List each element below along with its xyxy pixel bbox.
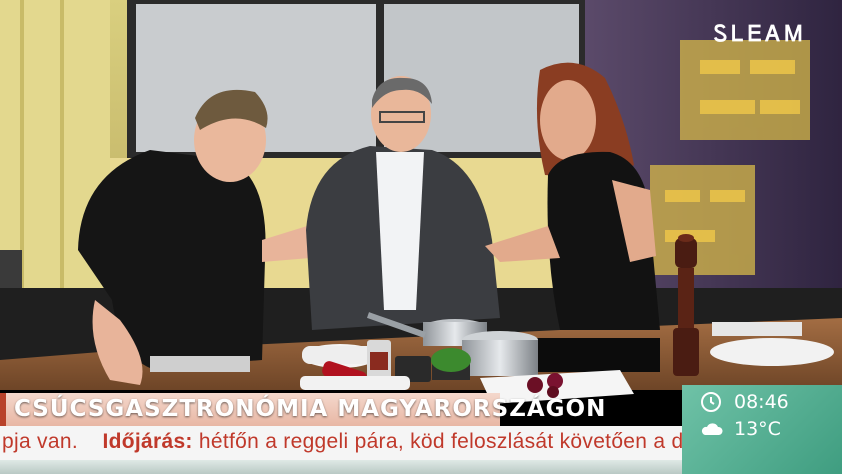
napkin — [712, 322, 802, 336]
current-time: 08:46 — [734, 391, 789, 413]
current-temperature: 13°C — [734, 418, 781, 440]
ticker-prefix: pja van. — [2, 430, 78, 453]
title-accent-stripe — [0, 393, 6, 426]
time-row: 08:46 — [700, 391, 789, 413]
ticker-text: pja van. Időjárás: hétfőn a reggeli pára… — [2, 430, 682, 454]
lower-third-title: CSÚCSGASZTRONÓMIA MAGYARORSZÁGON — [14, 396, 607, 422]
clock-icon — [700, 391, 724, 413]
ticker-label: Időjárás: — [102, 430, 193, 453]
tv-channel-logo: ᏚᏞᎬᎪᎷ — [700, 20, 820, 50]
temperature-row: 13°C — [700, 418, 781, 440]
lower-third-title-bar: CSÚCSGASZTRONÓMIA MAGYARORSZÁGON — [0, 393, 605, 426]
white-plate-right — [710, 338, 834, 366]
tv-broadcast-frame: ᏚᏞᎬᎪᎷ CSÚCSGASZTRONÓMIA MAGYARORSZÁGON p… — [0, 0, 842, 474]
time-weather-panel: 08:46 13°C — [682, 385, 842, 474]
paper-towel — [300, 376, 410, 390]
cloud-icon — [700, 418, 724, 440]
beet-left — [527, 377, 543, 393]
ticker-message: hétfőn a reggeli pára, köd feloszlását k… — [198, 430, 682, 453]
logo-text: ᏚᏞᎬᎪᎷ — [713, 22, 807, 47]
news-ticker: pja van. Időjárás: hétfőn a reggeli pára… — [0, 426, 682, 460]
